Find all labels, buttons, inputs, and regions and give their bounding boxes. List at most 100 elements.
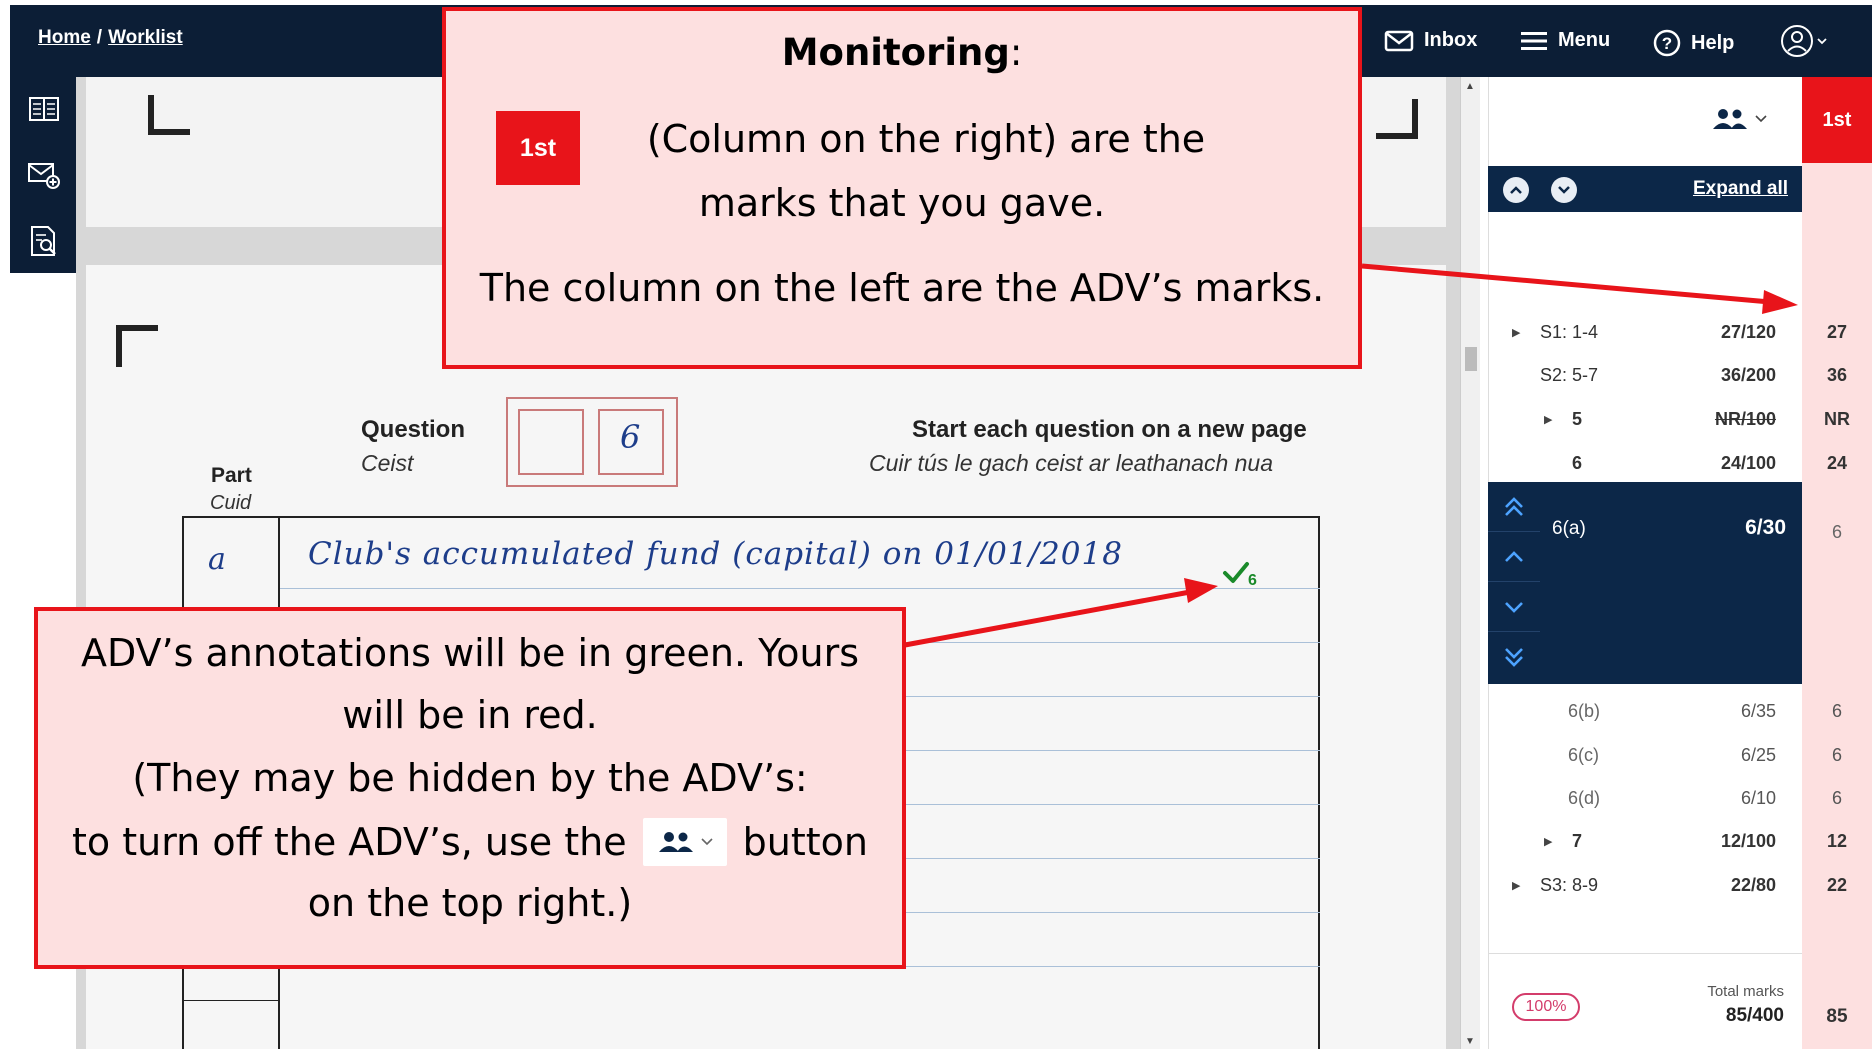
callout-text-line: ADV’s annotations will be in green. Your… — [80, 631, 860, 675]
mark-row-q6b[interactable]: 6(b) 6/35 6 — [1488, 691, 1872, 731]
instruction-text: Start each question on a new page — [912, 416, 1307, 443]
mark-row-s3[interactable]: ▶ S3: 8-9 22/80 22 — [1488, 865, 1872, 905]
mark-row-first-mark: 6 — [1831, 788, 1842, 808]
mark-row-s2[interactable]: S2: 5-7 36/200 36 — [1488, 355, 1872, 395]
svg-text:?: ? — [1662, 34, 1672, 53]
menu-label: Menu — [1558, 29, 1611, 51]
mark-row-adv-mark: 6/10 — [1740, 788, 1776, 808]
adv-marks-toggle-button[interactable] — [1711, 99, 1775, 139]
mark-row-label: 6(c) — [1568, 745, 1599, 765]
last-question-button[interactable] — [1488, 632, 1540, 682]
total-marks-value: 85/400 — [1725, 1005, 1784, 1026]
part-label: Part — [211, 464, 252, 487]
callout-title-line: Monitoring: — [446, 31, 1358, 74]
people-icon — [1713, 109, 1747, 129]
double-chevron-down-icon — [1505, 648, 1523, 667]
help-button[interactable]: ? Help — [1653, 29, 1734, 57]
answer-handwriting: Club's accumulated fund (capital) on 01/… — [308, 536, 1123, 572]
people-icon — [658, 832, 693, 852]
user-menu-button[interactable] — [1780, 23, 1832, 59]
user-circle-icon — [1781, 25, 1827, 57]
book-icon — [29, 97, 59, 121]
callout-title: Monitoring — [781, 31, 1010, 74]
checkmark-icon — [1223, 562, 1249, 583]
question-number-handwritten: 6 — [620, 418, 641, 456]
monitoring-callout: Monitoring: 1st (Column on the right) ar… — [442, 7, 1362, 369]
scroll-up-icon[interactable]: ▲ — [1465, 81, 1475, 92]
scrollbar-thumb[interactable] — [1465, 347, 1477, 371]
question-digit-box — [518, 409, 584, 475]
annotations-callout: ADV’s annotations will be in green. Your… — [34, 607, 906, 969]
mark-row-first-mark: 27 — [1826, 322, 1848, 342]
callout-text-line: (They may be hidden by the ADV’s: — [132, 756, 808, 800]
help-circle-icon: ? — [1653, 29, 1681, 57]
mark-row-first-mark: 12 — [1826, 831, 1848, 851]
mark-row-first-mark: 6 — [1831, 745, 1842, 765]
part-label-irish: Cuid — [210, 492, 252, 514]
envelope-icon — [1384, 30, 1414, 51]
menu-button[interactable]: Menu — [1520, 29, 1610, 52]
expand-all-link[interactable]: Expand all — [1693, 178, 1788, 200]
callout-text-line: to turn off the ADV’s, use the button — [38, 818, 902, 866]
first-column-header: 1st — [1802, 77, 1872, 163]
breadcrumb-home-link[interactable]: Home — [38, 27, 91, 48]
document-scrollbar[interactable]: ▲ ▼ — [1460, 77, 1480, 1049]
total-first-mark: 85 — [1826, 1006, 1848, 1027]
scroll-down-icon[interactable]: ▼ — [1465, 1036, 1475, 1047]
mark-row-adv-mark: NR/100 — [1714, 409, 1776, 429]
mark-row-label: 6 — [1572, 453, 1583, 473]
mark-row-adv-mark: 27/120 — [1720, 322, 1776, 342]
page-corner-mark — [148, 95, 190, 135]
mark-row-adv-mark: 12/100 — [1720, 831, 1776, 851]
expand-down-button[interactable] — [1551, 177, 1577, 203]
expand-triangle-icon[interactable]: ▶ — [1512, 879, 1520, 892]
mark-row-s1[interactable]: ▶ S1: 1-4 27/120 27 — [1488, 312, 1872, 352]
breadcrumb-worklist-link[interactable]: Worklist — [108, 27, 183, 48]
breadcrumb-separator: / — [96, 27, 103, 48]
mark-row-first-mark: 6 — [1831, 701, 1842, 721]
callout-text-line: will be in red. — [342, 693, 598, 737]
hamburger-icon — [1521, 31, 1547, 50]
mark-row-label: 6(b) — [1568, 701, 1601, 721]
question-label: Question — [361, 416, 466, 443]
panel-divider — [1488, 953, 1802, 954]
toggle-view-button[interactable] — [26, 91, 62, 127]
callout-title-suffix: : — [1009, 31, 1023, 74]
first-marks-tag: 1st — [496, 111, 580, 185]
mark-row-label: S3: 8-9 — [1540, 875, 1599, 895]
callout-text-before-button: to turn off the ADV’s, use the — [72, 820, 627, 864]
expand-triangle-icon[interactable]: ▶ — [1544, 413, 1552, 426]
mark-row-first-mark: 6 — [1831, 522, 1842, 542]
help-label: Help — [1691, 31, 1735, 54]
expand-triangle-icon[interactable]: ▶ — [1544, 835, 1552, 848]
adv-toggle-button-illustration — [642, 818, 727, 866]
mark-row-q6[interactable]: 6 24/100 24 — [1488, 443, 1872, 483]
mark-row-q6a-first: 6 — [1488, 512, 1872, 552]
question-label-irish: Ceist — [361, 450, 414, 476]
chevron-down-icon — [1505, 601, 1523, 613]
inbox-button[interactable]: Inbox — [1384, 29, 1477, 52]
collapse-up-button[interactable] — [1503, 177, 1529, 203]
progress-badge: 100% — [1512, 993, 1580, 1021]
callout-text-line: marks that you gave. — [698, 181, 1106, 225]
mark-row-q7[interactable]: ▶ 7 12/100 12 — [1488, 821, 1872, 861]
mark-row-label: S2: 5-7 — [1540, 365, 1599, 385]
inbox-label: Inbox — [1424, 29, 1478, 51]
chevron-up-icon — [1510, 186, 1522, 194]
answer-line — [280, 588, 1320, 589]
mark-row-q6c[interactable]: 6(c) 6/25 6 — [1488, 735, 1872, 775]
mark-row-q6d[interactable]: 6(d) 6/10 6 — [1488, 778, 1872, 818]
mark-row-label: 5 — [1572, 409, 1583, 429]
expand-bar: Expand all — [1488, 166, 1802, 212]
mark-row-q5[interactable]: ▶ 5 NR/100 NR — [1488, 399, 1872, 439]
chevron-down-icon — [1755, 115, 1767, 123]
next-question-button[interactable] — [1488, 582, 1540, 632]
mark-row-first-mark: 22 — [1826, 875, 1848, 895]
page-corner-mark — [116, 325, 158, 367]
mark-row-adv-mark: 6/25 — [1740, 745, 1776, 765]
document-search-button[interactable] — [26, 223, 62, 259]
new-message-button[interactable] — [26, 157, 62, 193]
answer-grid-rule — [182, 1000, 278, 1001]
expand-triangle-icon[interactable]: ▶ — [1512, 326, 1520, 339]
document-search-icon — [31, 226, 56, 256]
